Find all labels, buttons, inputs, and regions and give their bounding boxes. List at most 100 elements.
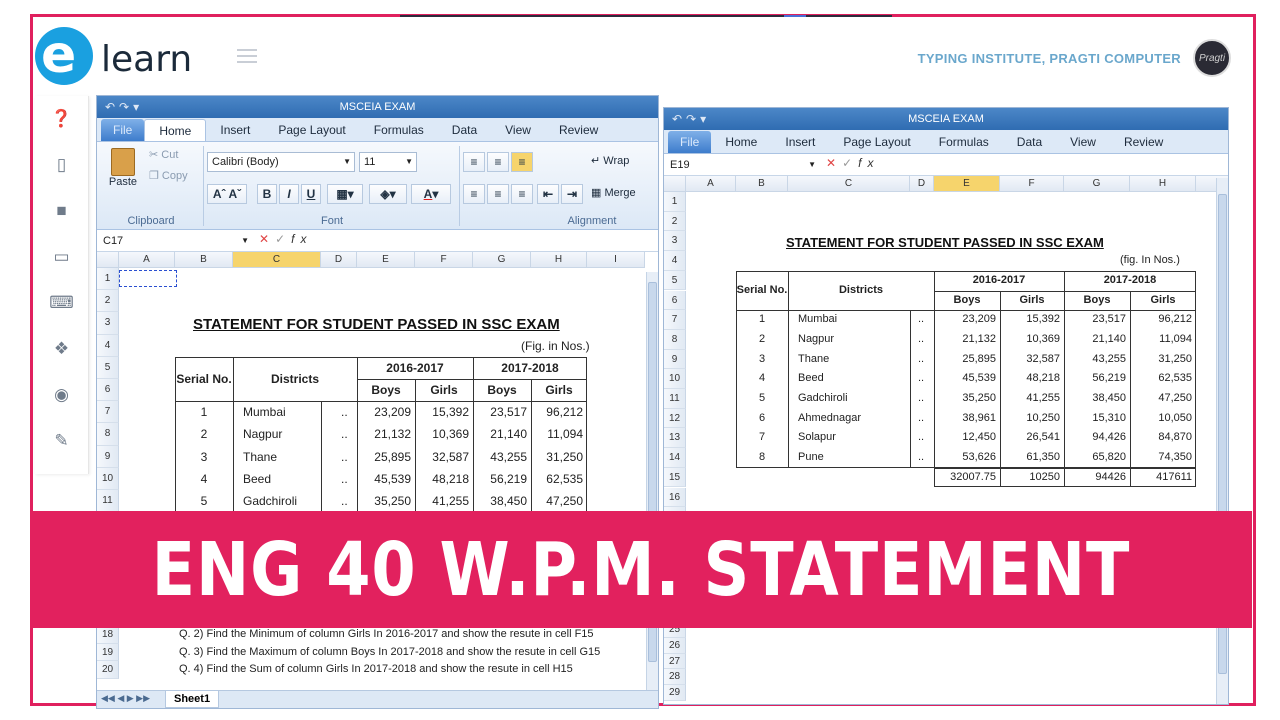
grow-font-button[interactable]: Aˆ Aˇ [207, 184, 247, 204]
gamepad-icon[interactable]: ◉ [35, 372, 88, 418]
increase-indent-button[interactable]: ⇥ [561, 184, 583, 204]
cell-value: 23,209 [962, 313, 996, 326]
cell-value: 47,250 [1158, 392, 1192, 404]
column-header: E [357, 252, 415, 268]
tab-formulas[interactable]: Formulas [360, 119, 438, 141]
tab-home[interactable]: Home [144, 119, 207, 141]
tab-insert[interactable]: Insert [206, 119, 264, 141]
cell-dots: .. [341, 494, 348, 508]
italic-button[interactable]: I [279, 184, 299, 204]
sheet-nav-icon[interactable]: ◀◀ ◀ ▶ ▶▶ [101, 693, 150, 704]
cell-value: 35,250 [962, 392, 996, 404]
borders-button[interactable]: ▦▾ [327, 184, 363, 204]
cell-dots: .. [918, 431, 925, 444]
name-box[interactable]: E19 ▼ [668, 156, 818, 174]
tab-view[interactable]: View [491, 119, 545, 141]
tab-page-layout[interactable]: Page Layout [264, 119, 359, 141]
cell-value: 15,392 [432, 405, 469, 420]
clipboard-group-label: Clipboard [127, 215, 175, 227]
cell-value: 62,535 [1158, 372, 1192, 385]
banner-text: ENG 40 W.P.M. STATEMENT [151, 526, 1131, 613]
tab-file[interactable]: File [668, 131, 712, 153]
cell-value: 32,587 [432, 449, 469, 464]
tab-formulas[interactable]: Formulas [925, 131, 1003, 153]
cell-value: 41,255 [1026, 392, 1060, 404]
cell-value: 96,212 [1158, 313, 1192, 326]
align-middle-button[interactable]: ≡ [487, 152, 509, 172]
tab-insert[interactable]: Insert [771, 131, 829, 153]
cell-value: 31,250 [1158, 352, 1192, 365]
cell-value: 96,212 [546, 405, 583, 420]
row-header: 19 [97, 643, 119, 661]
help-icon[interactable]: ❓ [35, 96, 88, 142]
quick-access-icon[interactable]: ↶↷▾ [105, 96, 143, 118]
decrease-indent-button[interactable]: ⇤ [537, 184, 559, 204]
font-group-label: Font [320, 215, 343, 227]
align-top-button[interactable]: ≡ [463, 152, 485, 172]
quick-access-icon[interactable]: ↶↷▾ [672, 108, 710, 130]
elearn-logo[interactable]: e learn [35, 25, 195, 87]
header-girls: Girls [1019, 293, 1045, 306]
cell-value: 12,450 [962, 431, 996, 444]
copy-button[interactable]: ❐ Copy [149, 169, 188, 182]
menu-icon[interactable] [237, 49, 257, 63]
tab-home[interactable]: Home [711, 131, 771, 153]
row-header: 4 [97, 334, 119, 357]
cell-value: 21,132 [962, 332, 996, 345]
font-color-button[interactable]: A▾ [411, 184, 451, 204]
align-center-button[interactable]: ≡ [487, 184, 509, 204]
unit-note: (fig. In Nos.) [1120, 254, 1180, 267]
cut-button[interactable]: ✂ Cut [149, 148, 178, 161]
pencil-icon[interactable]: ✎ [35, 418, 88, 464]
align-left-button[interactable]: ≡ [463, 184, 485, 204]
font-name-select[interactable]: Calibri (Body) ▼ [207, 152, 355, 172]
video-icon[interactable]: ■ [35, 188, 88, 234]
header-girls: Girls [545, 383, 573, 397]
total-value: 32007.75 [950, 470, 996, 483]
tab-review[interactable]: Review [545, 119, 612, 141]
tab-review[interactable]: Review [1110, 131, 1177, 153]
right-bottom-rows: 25 26 27 28 29 [664, 622, 1214, 704]
tab-file[interactable]: File [101, 119, 145, 141]
dropbox-icon[interactable]: ❖ [35, 326, 88, 372]
cell-value: 23,517 [1092, 313, 1126, 326]
keyboard-icon[interactable]: ⌨ [35, 280, 88, 326]
logo-text: learn [101, 39, 193, 80]
cell-value: 15,392 [1026, 313, 1060, 326]
align-right-button[interactable]: ≡ [511, 184, 533, 204]
cell-serial: 6 [758, 411, 766, 424]
merge-button[interactable]: ▦ Merge [591, 186, 636, 199]
header-year-2017: 2017-2018 [1103, 273, 1157, 286]
sheet-tab-sheet1[interactable]: Sheet1 [165, 691, 220, 708]
cell-value: 25,895 [374, 449, 411, 464]
select-all-corner [664, 176, 686, 192]
tab-page-layout[interactable]: Page Layout [829, 131, 924, 153]
cell-district: Gadchiroli [243, 494, 298, 508]
question-text: Q. 3) Find the Maximum of column Boys In… [179, 645, 601, 658]
unit-note: (Fig. in Nos.) [521, 338, 590, 353]
name-box[interactable]: C17 ▼ [101, 232, 251, 250]
fill-color-button[interactable]: ◈▾ [369, 184, 407, 204]
underline-button[interactable]: U [301, 184, 321, 204]
tab-view[interactable]: View [1056, 131, 1110, 153]
column-header: C [233, 252, 321, 268]
tab-data[interactable]: Data [438, 119, 491, 141]
cell-value: 10,369 [1026, 332, 1060, 345]
cell-dots: .. [918, 451, 925, 464]
row-header: 3 [664, 231, 686, 252]
font-size-select[interactable]: 11 ▼ [359, 152, 417, 172]
align-bottom-button[interactable]: ≡ [511, 152, 533, 172]
avatar[interactable]: Pragti [1193, 39, 1231, 77]
book-icon[interactable]: ▯ [35, 142, 88, 188]
cell-value: 56,219 [1092, 372, 1126, 385]
paste-button[interactable]: Paste [105, 148, 141, 188]
cell-value: 43,255 [490, 449, 527, 464]
question-text: Q. 2) Find the Minimum of column Girls I… [179, 628, 594, 640]
tab-data[interactable]: Data [1003, 131, 1056, 153]
bold-button[interactable]: B [257, 184, 277, 204]
notebook-icon[interactable]: ▭ [35, 234, 88, 280]
wrap-text-button[interactable]: ↵ Wrap [591, 154, 629, 167]
formula-icons: ✕✓fx [259, 232, 313, 246]
cell-district: Pune [798, 451, 824, 464]
cell-value: 26,541 [1026, 431, 1060, 444]
